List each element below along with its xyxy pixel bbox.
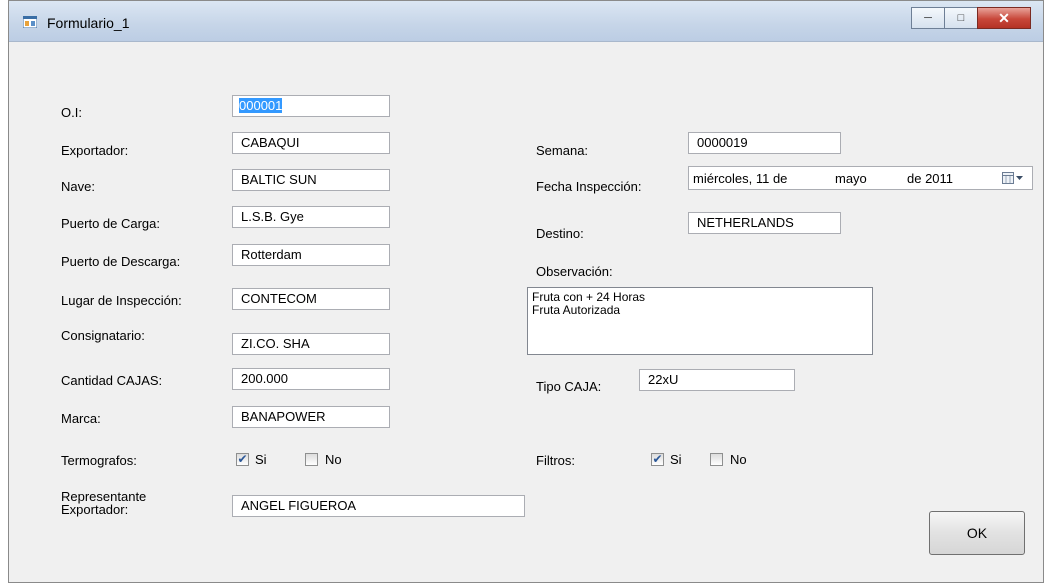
consignatario-input[interactable]: ZI.CO. SHA	[232, 333, 390, 355]
fecha-month: mayo	[835, 171, 867, 186]
label-lugar-inspeccion: Lugar de Inspección:	[61, 293, 182, 308]
label-consignatario: Consignatario:	[61, 328, 145, 343]
exportador-input[interactable]: CABAQUI	[232, 132, 390, 154]
minimize-button[interactable]: ─	[911, 7, 945, 29]
label-representante: Representante Exportador:	[61, 490, 146, 516]
form-client-area: O.I: Exportador: Nave: Puerto de Carga: …	[9, 42, 1043, 582]
puerto-carga-input[interactable]: L.S.B. Gye	[232, 206, 390, 228]
calendar-dropdown-icon[interactable]	[1002, 172, 1024, 185]
cantidad-cajas-input[interactable]: 200.000	[232, 368, 390, 390]
form-app-icon	[23, 16, 37, 28]
title-bar[interactable]: Formulario_1 ─ □ ✕	[9, 1, 1043, 42]
label-marca: Marca:	[61, 411, 101, 426]
termografos-si-checkbox[interactable]: ✔	[236, 453, 249, 466]
fecha-year: de 2011	[907, 171, 954, 186]
label-observacion: Observación:	[536, 264, 613, 279]
filtros-si-checkbox[interactable]: ✔	[651, 453, 664, 466]
nave-input[interactable]: BALTIC SUN	[232, 169, 390, 191]
label-puerto-carga: Puerto de Carga:	[61, 216, 161, 231]
observacion-line-2: Fruta Autorizada	[532, 303, 621, 317]
representante-input[interactable]: ANGEL FIGUEROA	[232, 495, 525, 517]
form-window: Formulario_1 ─ □ ✕ O.I: Exportador: Nave…	[8, 0, 1044, 583]
minimize-icon: ─	[924, 12, 932, 24]
checkmark-icon: ✔	[652, 452, 663, 466]
observacion-textarea[interactable]: Fruta con + 24 Horas Fruta Autorizada	[527, 287, 873, 355]
semana-input[interactable]: 0000019	[688, 132, 841, 154]
termografos-no-checkbox[interactable]	[305, 453, 318, 466]
label-exportador: Exportador:	[61, 143, 129, 158]
label-oi: O.I:	[61, 105, 82, 120]
marca-input[interactable]: BANAPOWER	[232, 406, 390, 428]
filtros-no-checkbox[interactable]	[710, 453, 723, 466]
fecha-weekday-day: miércoles, 11 de	[693, 171, 788, 186]
label-representante-line2: Exportador:	[61, 502, 129, 517]
label-nave: Nave:	[61, 179, 95, 194]
ok-button[interactable]: OK	[929, 511, 1025, 555]
window-controls: ─ □ ✕	[911, 7, 1031, 29]
close-icon: ✕	[998, 9, 1010, 26]
checkmark-icon: ✔	[237, 452, 248, 466]
label-cantidad-cajas: Cantidad CAJAS:	[61, 373, 163, 388]
fecha-inspeccion-picker[interactable]: miércoles, 11 de mayo de 2011	[688, 166, 1033, 190]
label-tipo-caja: Tipo CAJA:	[536, 379, 602, 394]
label-puerto-descarga: Puerto de Descarga:	[61, 254, 181, 269]
filtros-no-label: No	[730, 452, 747, 467]
oi-selected-text: 000001	[239, 98, 283, 113]
label-fecha-inspeccion: Fecha Inspección:	[536, 179, 642, 194]
label-destino: Destino:	[536, 226, 584, 241]
filtros-si-label: Si	[670, 452, 682, 467]
close-button[interactable]: ✕	[977, 7, 1031, 29]
oi-input[interactable]: 000001	[232, 95, 390, 117]
label-termografos: Termografos:	[61, 453, 137, 468]
label-filtros: Filtros:	[536, 453, 575, 468]
lugar-inspeccion-input[interactable]: CONTECOM	[232, 288, 390, 310]
termografos-si-label: Si	[255, 452, 267, 467]
window-title: Formulario_1	[47, 15, 130, 31]
label-semana: Semana:	[536, 143, 589, 158]
termografos-no-label: No	[325, 452, 342, 467]
destino-input[interactable]: NETHERLANDS	[688, 212, 841, 234]
maximize-icon: □	[957, 12, 965, 24]
maximize-button[interactable]: □	[944, 7, 978, 29]
puerto-descarga-input[interactable]: Rotterdam	[232, 244, 390, 266]
tipo-caja-input[interactable]: 22xU	[639, 369, 795, 391]
